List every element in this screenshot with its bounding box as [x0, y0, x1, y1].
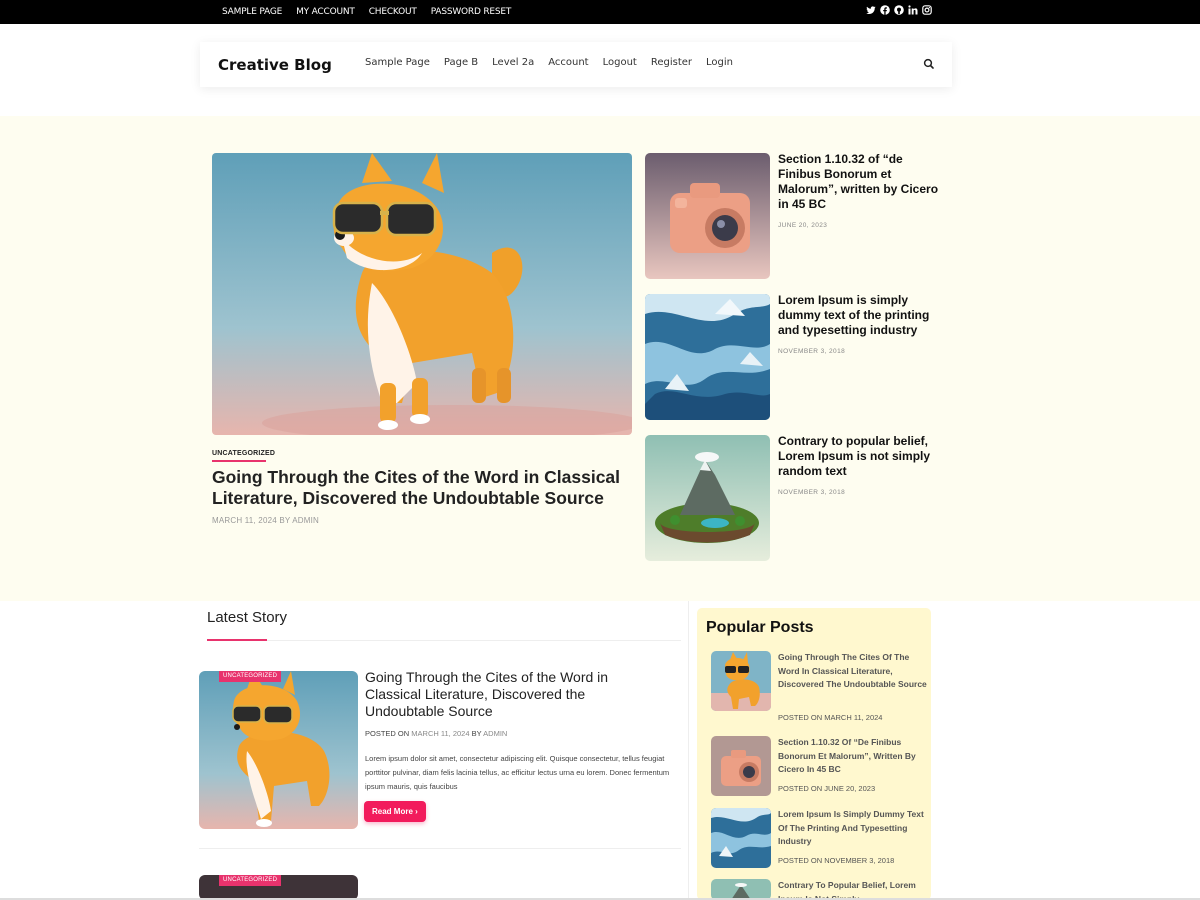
- top-links: SAMPLE PAGE MY ACCOUNT CHECKOUT PASSWORD…: [222, 0, 511, 24]
- facebook-icon[interactable]: [880, 5, 890, 15]
- column-divider: [688, 601, 689, 900]
- popular-meta-1: POSTED ON MARCH 11, 2024: [778, 713, 883, 722]
- read-more-button[interactable]: Read More ›: [364, 801, 426, 822]
- site-logo[interactable]: Creative Blog: [218, 56, 332, 74]
- top-link-checkout[interactable]: CHECKOUT: [369, 7, 417, 17]
- popular-title-1[interactable]: Going Through The Cites Of The Word In C…: [778, 651, 928, 692]
- side-title-3[interactable]: Contrary to popular belief, Lorem Ipsum …: [778, 434, 948, 479]
- hero-category[interactable]: UNCATEGORIZED: [212, 450, 275, 457]
- meta-date[interactable]: MARCH 11, 2024: [411, 729, 469, 738]
- nav-sample-page[interactable]: Sample Page: [365, 57, 430, 68]
- side-image-ice[interactable]: [645, 294, 770, 420]
- popular-meta-2: POSTED ON JUNE 20, 2023: [778, 784, 876, 793]
- hero-meta: MARCH 11, 2024 BY ADMIN: [212, 516, 320, 525]
- side-image-camera[interactable]: [645, 153, 770, 279]
- top-bar: SAMPLE PAGE MY ACCOUNT CHECKOUT PASSWORD…: [0, 0, 1200, 24]
- meta-by: BY: [471, 729, 482, 738]
- latest-story-heading: Latest Story: [207, 609, 288, 626]
- latest-heading-underline: [207, 639, 267, 641]
- popular-title-2[interactable]: Section 1.10.32 Of “De Finibus Bonorum E…: [778, 736, 928, 777]
- side-image-island[interactable]: [645, 435, 770, 561]
- nav-logout[interactable]: Logout: [603, 57, 637, 68]
- popular-image-2[interactable]: [711, 736, 771, 796]
- popular-meta-3: POSTED ON NOVEMBER 3, 2018: [778, 856, 895, 865]
- post-separator: [199, 848, 681, 849]
- latest-post-excerpt: Lorem ipsum dolor sit amet, consectetur …: [365, 754, 670, 791]
- latest-post-image[interactable]: [199, 671, 358, 829]
- github-icon[interactable]: [894, 5, 904, 15]
- side-date-3: NOVEMBER 3, 2018: [778, 489, 846, 496]
- search-icon[interactable]: [922, 57, 936, 71]
- meta-author[interactable]: ADMIN: [483, 729, 507, 738]
- site-header: Creative Blog Sample Page Page B Level 2…: [200, 42, 952, 87]
- linkedin-icon[interactable]: [908, 5, 918, 15]
- nav-register[interactable]: Register: [651, 57, 692, 68]
- twitter-icon[interactable]: [866, 5, 876, 15]
- social-icons: [866, 5, 932, 15]
- popular-image-4[interactable]: [711, 879, 771, 900]
- top-link-my-account[interactable]: MY ACCOUNT: [296, 7, 355, 17]
- side-title-2[interactable]: Lorem Ipsum is simply dummy text of the …: [778, 293, 948, 338]
- popular-image-1[interactable]: [711, 651, 771, 711]
- popular-posts-heading: Popular Posts: [706, 619, 814, 636]
- side-title-1[interactable]: Section 1.10.32 of “de Finibus Bonorum e…: [778, 152, 948, 212]
- instagram-icon[interactable]: [922, 5, 932, 15]
- latest-post-category-badge[interactable]: UNCATEGORIZED: [219, 671, 282, 682]
- meta-prefix: POSTED ON: [365, 729, 410, 738]
- nav-login[interactable]: Login: [706, 57, 733, 68]
- nav-page-b[interactable]: Page B: [444, 57, 478, 68]
- popular-image-3[interactable]: [711, 808, 771, 868]
- side-date-2: NOVEMBER 3, 2018: [778, 348, 846, 355]
- latest-post-2-category-badge[interactable]: UNCATEGORIZED: [219, 875, 282, 886]
- nav-level-2a[interactable]: Level 2a: [492, 57, 534, 68]
- top-link-sample-page[interactable]: SAMPLE PAGE: [222, 7, 282, 17]
- side-date-1: JUNE 20, 2023: [778, 222, 828, 229]
- hero-title[interactable]: Going Through the Cites of the Word in C…: [212, 467, 632, 509]
- category-underline: [212, 460, 266, 462]
- latest-post-title[interactable]: Going Through the Cites of the Word in C…: [365, 669, 655, 720]
- latest-post-meta: POSTED ON MARCH 11, 2024 BY ADMIN: [365, 729, 507, 738]
- popular-title-4[interactable]: Contrary To Popular Belief, Lorem Ipsum …: [778, 879, 928, 900]
- main-nav: Sample Page Page B Level 2a Account Logo…: [365, 57, 733, 68]
- nav-account[interactable]: Account: [548, 57, 588, 68]
- top-link-password-reset[interactable]: PASSWORD RESET: [431, 7, 512, 17]
- popular-title-3[interactable]: Lorem Ipsum Is Simply Dummy Text Of The …: [778, 808, 928, 849]
- latest-divider: [207, 640, 681, 641]
- hero-main-image[interactable]: [212, 153, 632, 435]
